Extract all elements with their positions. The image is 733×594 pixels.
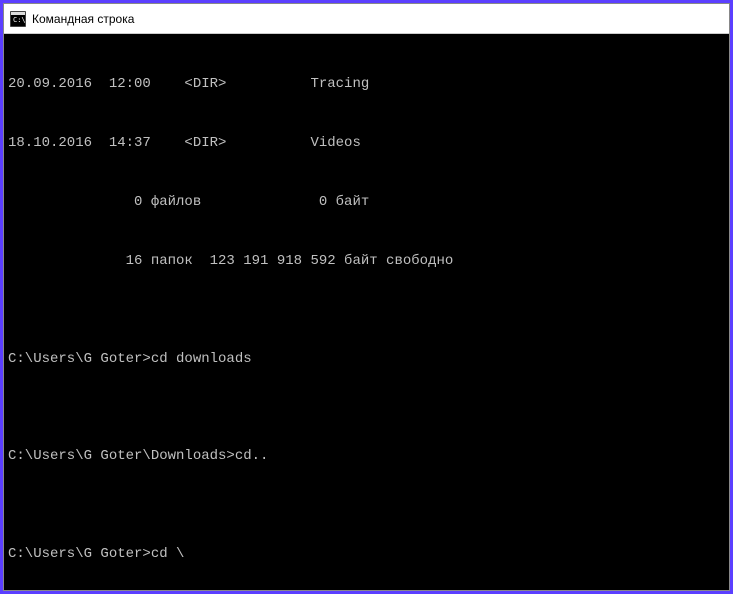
dir-summary-files: 0 файлов 0 байт	[8, 193, 725, 213]
terminal-output[interactable]: 20.09.2016 12:00 <DIR> Tracing 18.10.201…	[4, 34, 729, 590]
prompt-line: C:\Users\G Goter>cd downloads	[8, 350, 725, 370]
prompt-line: C:\Users\G Goter>cd \	[8, 545, 725, 565]
command-prompt-window: C:\ Командная строка 20.09.2016 12:00 <D…	[3, 3, 730, 591]
dir-entry: 18.10.2016 14:37 <DIR> Videos	[8, 134, 725, 154]
cmd-icon: C:\	[10, 11, 26, 27]
prompt-line: C:\Users\G Goter\Downloads>cd..	[8, 447, 725, 467]
dir-summary-folders: 16 папок 123 191 918 592 байт свободно	[8, 252, 725, 272]
window-title: Командная строка	[32, 12, 134, 26]
svg-text:C:\: C:\	[13, 16, 26, 24]
dir-entry: 20.09.2016 12:00 <DIR> Tracing	[8, 75, 725, 95]
titlebar[interactable]: C:\ Командная строка	[4, 4, 729, 34]
